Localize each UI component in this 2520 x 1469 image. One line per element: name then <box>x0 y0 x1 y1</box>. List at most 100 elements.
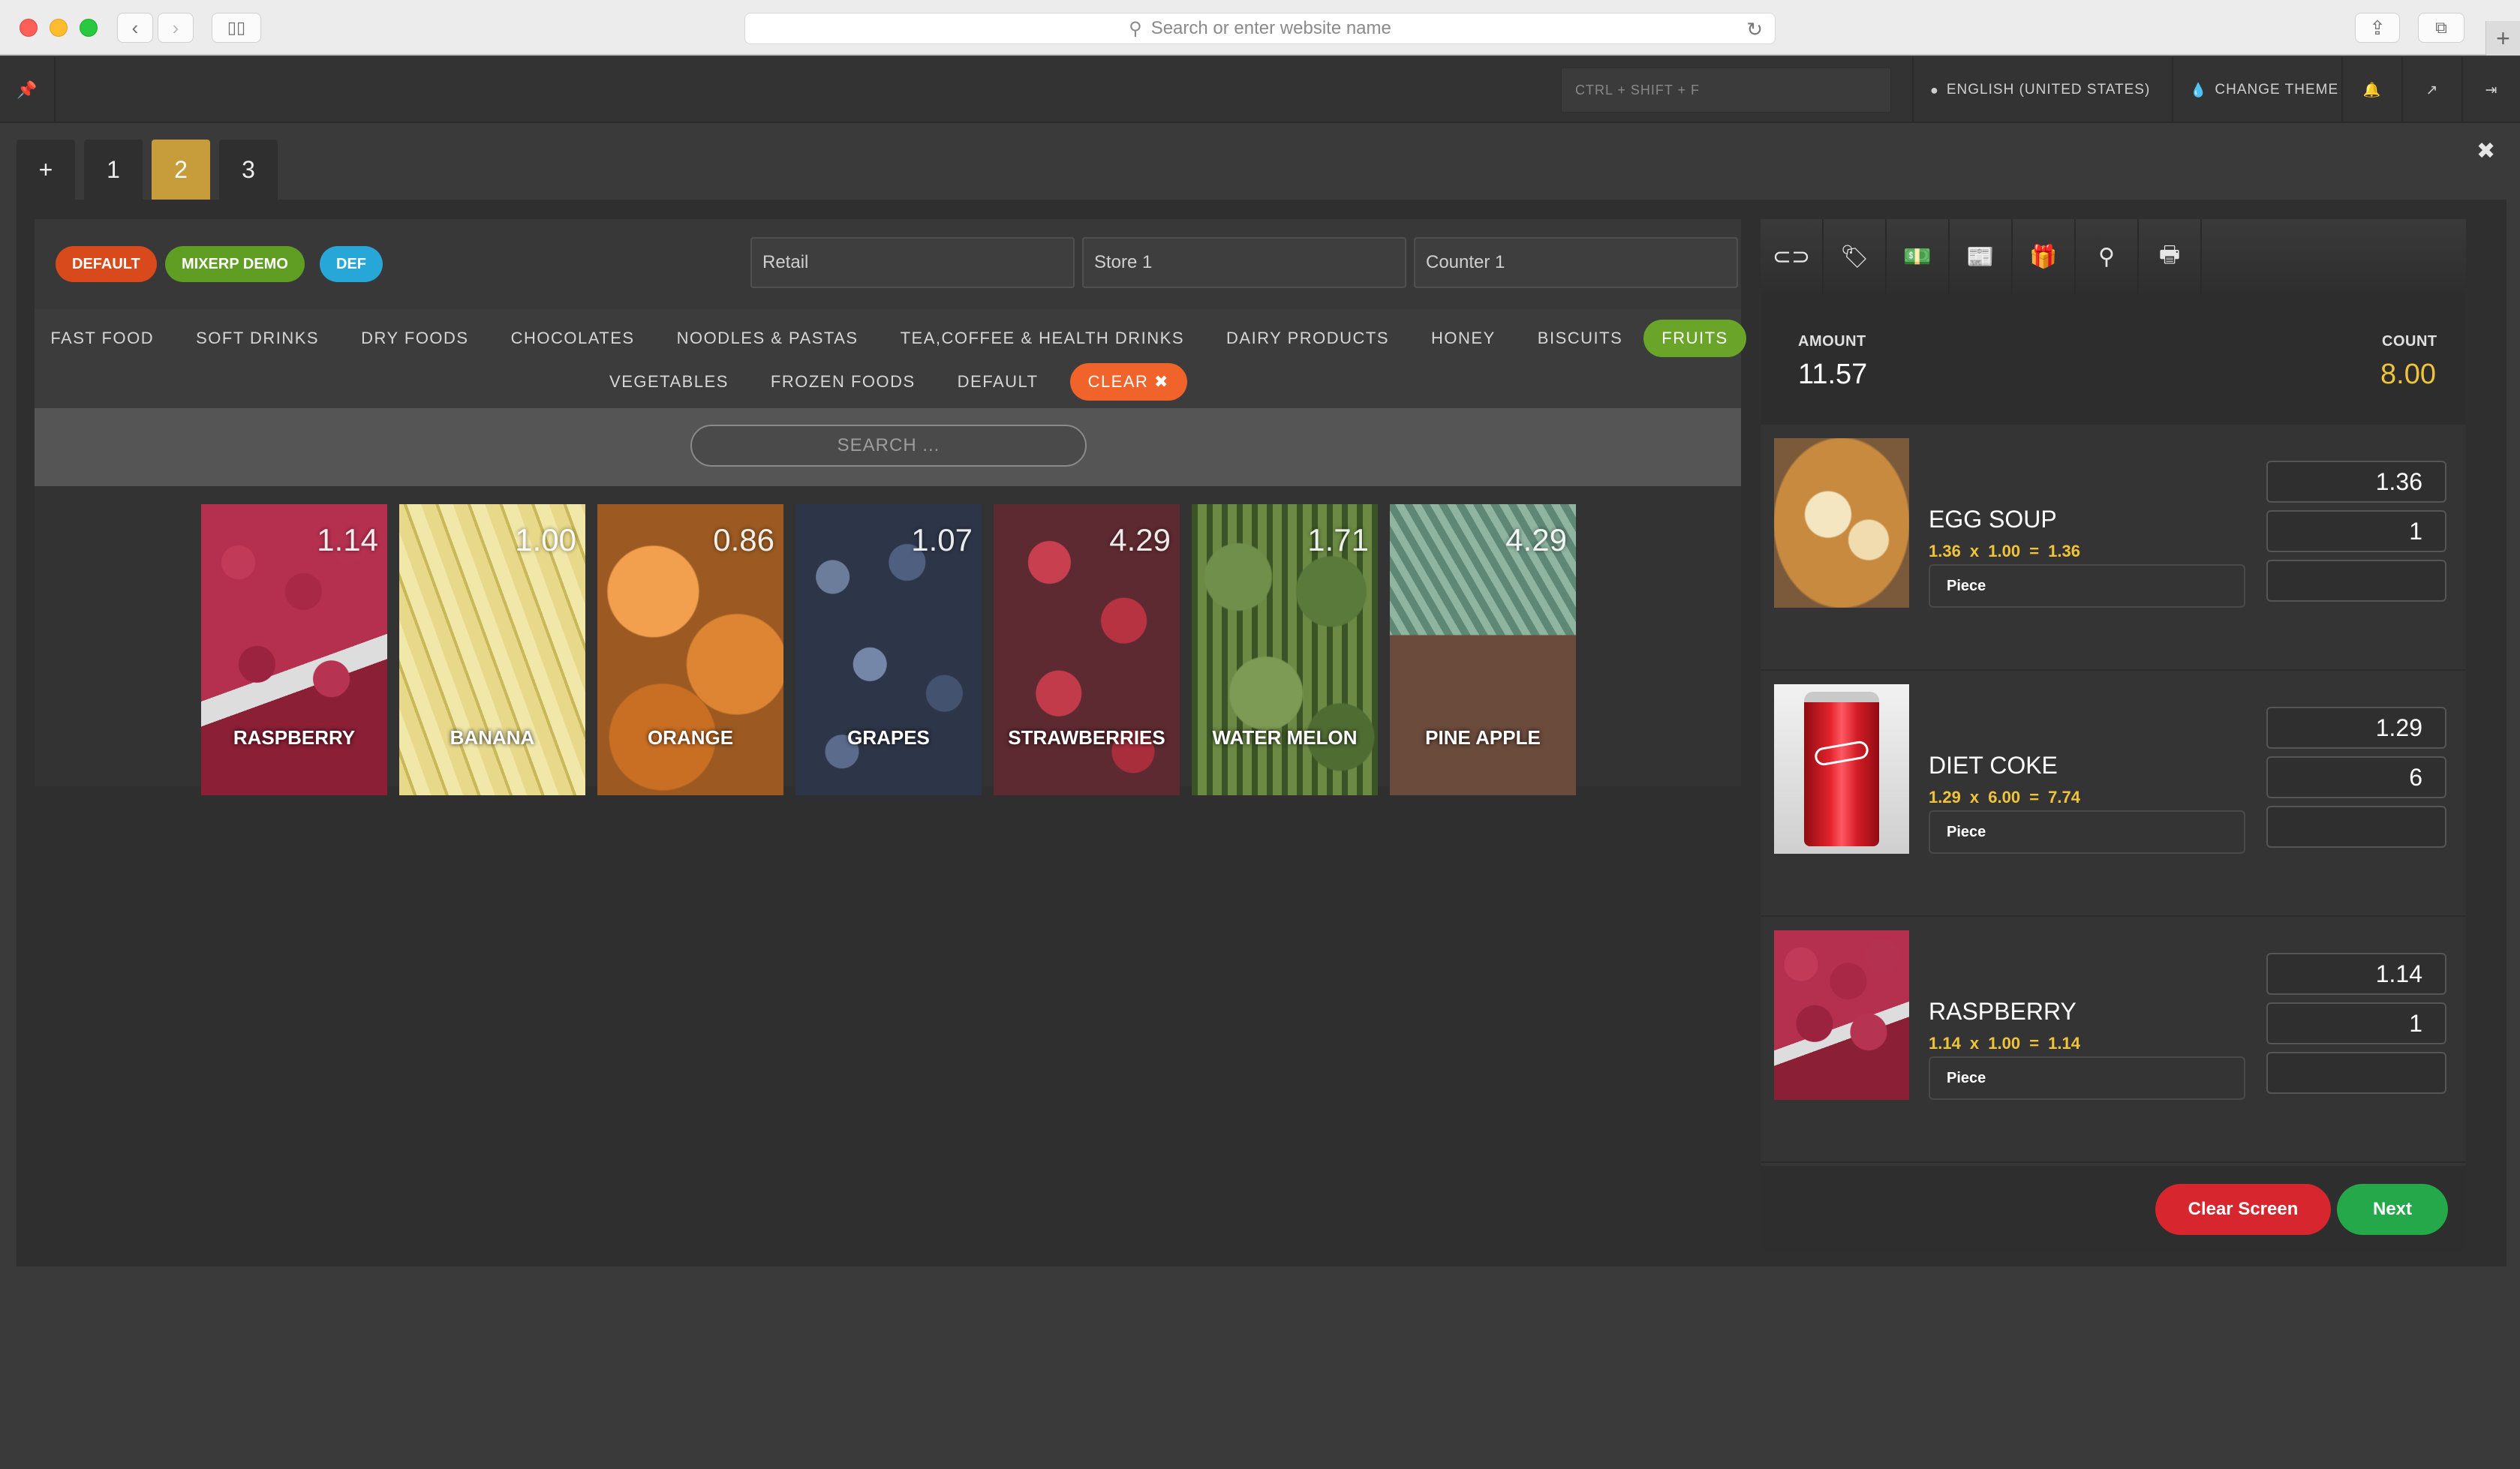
amount-value: 11.57 <box>1798 359 1868 390</box>
cart-item-discount-input[interactable] <box>2266 1052 2446 1094</box>
cart-item-unit[interactable]: Piece <box>1929 564 2245 608</box>
product-tile[interactable]: 1.14 RASPBERRY <box>201 504 387 795</box>
clear-screen-button[interactable]: Clear Screen <box>2155 1184 2331 1235</box>
cart-toolbar: ⊂⊃ 🏷 💵 📰 🎁 ⚲ 🖶 <box>1761 219 2466 294</box>
product-price: 1.14 <box>317 522 378 557</box>
cart-item: RASPBERRY 1.14 x 1.00 = 1.14 Piece 1.14 … <box>1761 917 2466 1163</box>
add-tab-button[interactable]: + <box>17 140 75 200</box>
product-tile[interactable]: 1.07 GRAPES <box>795 504 982 795</box>
share-icon[interactable]: ⇪ <box>2355 13 2400 43</box>
tab-1[interactable]: 1 <box>84 140 143 200</box>
category-noodles-pastas[interactable]: NOODLES & PASTAS <box>656 318 880 359</box>
search-strip: SEARCH ... <box>35 408 1741 486</box>
filter-pill-mixerp-demo[interactable]: MIXERP DEMO <box>165 246 305 282</box>
category-soft-drinks[interactable]: SOFT DRINKS <box>175 318 340 359</box>
category-row: VEGETABLES FROZEN FOODS DEFAULT CLEAR ✖ <box>35 362 1741 402</box>
product-name: ORANGE <box>647 726 734 749</box>
gift-icon[interactable]: 🎁 <box>2013 219 2076 294</box>
cart-item-unit[interactable]: Piece <box>1929 1056 2245 1100</box>
category-honey[interactable]: HONEY <box>1410 318 1517 359</box>
category-biscuits[interactable]: BISCUITS <box>1517 318 1643 359</box>
sidebar-toggle-icon[interactable]: ▯▯ <box>212 13 261 43</box>
address-placeholder: Search or enter website name <box>1150 18 1391 38</box>
count-value: 8.00 <box>2380 359 2436 390</box>
filter-pill-def[interactable]: DEF <box>320 246 383 282</box>
category-frozen-foods[interactable]: FROZEN FOODS <box>750 362 937 402</box>
tab-2[interactable]: 2 <box>152 140 210 200</box>
category-dry-foods[interactable]: DRY FOODS <box>340 318 490 359</box>
cart-item-price-input[interactable]: 1.14 <box>2266 953 2446 995</box>
cart-item-discount-input[interactable] <box>2266 806 2446 848</box>
product-tile[interactable]: 4.29 PINE APPLE <box>1390 504 1576 795</box>
sign-out-icon[interactable]: ⇥ <box>2461 57 2520 123</box>
category-tea-coffee[interactable]: TEA,COFFEE & HEALTH DRINKS <box>880 318 1205 359</box>
product-search-input[interactable]: SEARCH ... <box>690 425 1087 467</box>
store-select[interactable]: Store 1 <box>1082 237 1406 288</box>
cart-item-image <box>1774 684 1909 854</box>
search-icon[interactable]: ⚲ <box>2076 219 2139 294</box>
tags-icon[interactable]: 🏷 <box>1824 219 1887 294</box>
command-search-input[interactable]: CTRL + SHIFT + F <box>1561 68 1891 113</box>
product-tile[interactable]: 0.86 ORANGE <box>597 504 783 795</box>
cart-item-discount-input[interactable] <box>2266 560 2446 602</box>
print-icon[interactable]: 🖶 <box>2139 219 2202 294</box>
product-name: PINE APPLE <box>1425 726 1541 749</box>
product-name: RASPBERRY <box>233 726 356 749</box>
product-name: STRAWBERRIES <box>1008 726 1165 749</box>
newspaper-icon[interactable]: 📰 <box>1950 219 2013 294</box>
cart-item-calc: 1.14 x 1.00 = 1.14 <box>1929 1034 2080 1053</box>
toggle-icon[interactable]: ⊂⊃ <box>1761 219 1824 294</box>
price-type-select[interactable]: Retail <box>750 237 1075 288</box>
category-vegetables[interactable]: VEGETABLES <box>588 362 750 402</box>
product-tile[interactable]: 4.29 STRAWBERRIES <box>994 504 1180 795</box>
filter-pill-default[interactable]: DEFAULT <box>56 246 157 282</box>
address-bar[interactable]: ⚲ Search or enter website name ↻ <box>744 13 1776 44</box>
cart-item-price-input[interactable]: 1.29 <box>2266 707 2446 749</box>
product-price: 0.86 <box>713 522 774 557</box>
cart-item-qty-input[interactable]: 6 <box>2266 756 2446 798</box>
category-fruits[interactable]: FRUITS <box>1643 320 1746 357</box>
zoom-window-button[interactable] <box>80 19 98 37</box>
search-icon: ⚲ <box>1129 18 1142 39</box>
cart-item-price-input[interactable]: 1.36 <box>2266 461 2446 503</box>
cart-item-name: DIET COKE <box>1929 752 2058 779</box>
close-window-button[interactable] <box>20 19 38 37</box>
filter-header: DEFAULT MIXERP DEMO DEF Retail Store 1 C… <box>35 219 1741 309</box>
can-shape <box>1804 692 1879 846</box>
counter-select[interactable]: Counter 1 <box>1414 237 1738 288</box>
clear-category-button[interactable]: CLEAR ✖ <box>1069 363 1187 401</box>
forward-icon[interactable]: › <box>158 13 194 43</box>
new-tab-icon[interactable]: + <box>2485 21 2520 56</box>
external-link-icon[interactable]: ↗ <box>2401 57 2461 123</box>
cart-item-calc: 1.36 x 1.00 = 1.36 <box>1929 542 2080 560</box>
cart-item-qty-input[interactable]: 1 <box>2266 510 2446 552</box>
product-tile[interactable]: 1.71 WATER MELON <box>1192 504 1378 795</box>
pin-icon[interactable]: 📌 <box>0 57 56 123</box>
cart-item-qty-input[interactable]: 1 <box>2266 1002 2446 1044</box>
clear-category-label: CLEAR <box>1087 372 1149 391</box>
minimize-window-button[interactable] <box>50 19 68 37</box>
close-icon[interactable]: ✖ <box>2476 138 2495 164</box>
language-label: ENGLISH (UNITED STATES) <box>1946 82 2151 98</box>
product-grid: 1.14 RASPBERRY 1.00 BANANA 0.86 ORANGE 1… <box>201 504 1576 795</box>
cart-item-calc: 1.29 x 6.00 = 7.74 <box>1929 788 2080 807</box>
category-default[interactable]: DEFAULT <box>937 362 1060 402</box>
cart-item-unit[interactable]: Piece <box>1929 810 2245 854</box>
ticket-tabs: + 1 2 3 <box>17 140 278 200</box>
next-button[interactable]: Next <box>2337 1184 2448 1235</box>
money-icon[interactable]: 💵 <box>1887 219 1950 294</box>
category-chocolates[interactable]: CHOCOLATES <box>490 318 656 359</box>
language-selector[interactable]: ● ENGLISH (UNITED STATES) <box>1912 57 2167 123</box>
cart-item-name: EGG SOUP <box>1929 506 2057 533</box>
product-tile[interactable]: 1.00 BANANA <box>399 504 585 795</box>
category-bar: FAST FOOD SOFT DRINKS DRY FOODS CHOCOLAT… <box>35 309 1746 408</box>
change-theme-button[interactable]: 💧 CHANGE THEME <box>2172 57 2355 123</box>
category-dairy-products[interactable]: DAIRY PRODUCTS <box>1205 318 1410 359</box>
reload-icon[interactable]: ↻ <box>1746 18 1763 41</box>
back-icon[interactable]: ‹ <box>117 13 153 43</box>
bell-icon[interactable]: 🔔 <box>2341 57 2401 123</box>
product-name: WATER MELON <box>1212 726 1358 749</box>
category-fast-food[interactable]: FAST FOOD <box>29 318 175 359</box>
tab-3[interactable]: 3 <box>219 140 278 200</box>
tabs-overview-icon[interactable]: ⧉ <box>2418 13 2464 43</box>
